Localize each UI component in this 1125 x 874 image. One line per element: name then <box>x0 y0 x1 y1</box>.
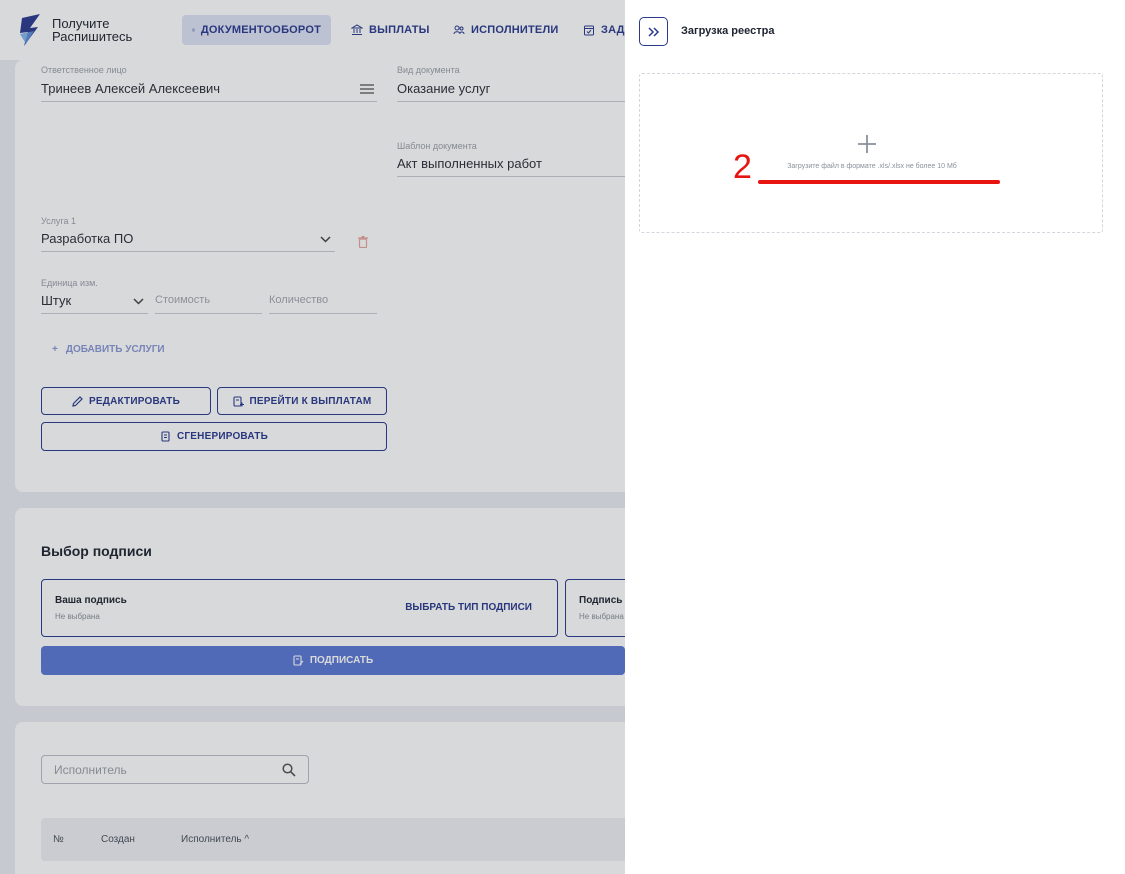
file-dropzone[interactable]: Загрузите файл в формате .xls/.xlsx не б… <box>639 73 1103 233</box>
upload-hint: Загрузите файл в формате .xls/.xlsx не б… <box>787 163 957 170</box>
backdrop-overlay[interactable] <box>0 0 625 874</box>
chevrons-right-icon <box>647 26 659 37</box>
panel-title: Загрузка реестра <box>681 25 775 37</box>
annotation-number: 2 <box>733 148 752 186</box>
upload-registry-panel: Загрузка реестра Загрузите файл в формат… <box>625 0 1125 874</box>
annotation-underline <box>758 180 1000 184</box>
plus-icon[interactable] <box>855 132 879 156</box>
collapse-panel-button[interactable] <box>639 17 668 46</box>
